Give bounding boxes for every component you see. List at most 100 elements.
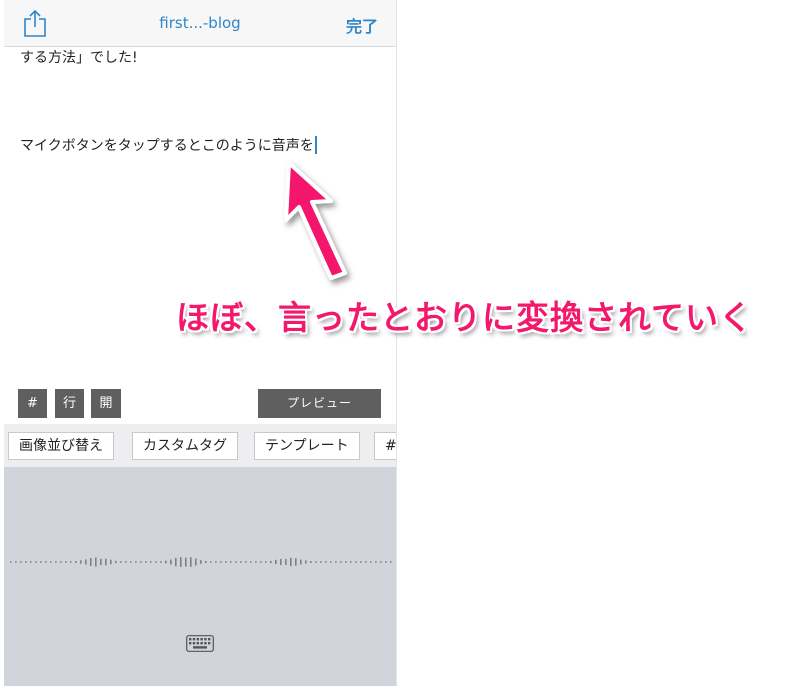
waveform-bar	[265, 561, 267, 563]
editor-line-current: マイクボタンをタップするとこのように音声を	[20, 135, 317, 155]
waveform-bar	[40, 561, 42, 563]
waveform-bar	[310, 561, 312, 563]
waveform-bar	[75, 561, 77, 563]
waveform-bar	[140, 561, 142, 563]
waveform-bar	[370, 561, 372, 563]
hash-button[interactable]: #	[18, 389, 47, 418]
waveform-bar	[255, 561, 257, 563]
waveform-bar	[385, 561, 387, 563]
share-icon[interactable]	[22, 9, 48, 37]
waveform-bar	[65, 561, 67, 563]
waveform-bar	[380, 561, 382, 563]
waveform-bar	[45, 561, 47, 563]
phone-screen: first...-blog 完了 する方法」でした! マイクボタンをタップすると…	[4, 0, 397, 686]
waveform-bar	[85, 559, 87, 565]
waveform-bar	[90, 557, 92, 567]
waveform-bar	[205, 561, 207, 563]
waveform-bar	[240, 561, 242, 563]
waveform-bar	[335, 561, 337, 563]
waveform-bar	[80, 560, 82, 564]
waveform-bar	[70, 561, 72, 563]
waveform-bar	[235, 561, 237, 563]
waveform-bar	[260, 561, 262, 563]
waveform-bar	[105, 558, 107, 566]
editor-toolbar: # 行 開 プレビュー	[4, 389, 396, 419]
waveform-bar	[325, 561, 327, 563]
waveform-bar	[295, 558, 297, 566]
waveform-bar	[350, 561, 352, 563]
waveform-bar	[95, 557, 97, 567]
waveform-bar	[355, 561, 357, 563]
open-button[interactable]: 開	[91, 389, 121, 418]
done-button[interactable]: 完了	[346, 13, 378, 37]
waveform-bar	[15, 561, 17, 563]
waveform-bar	[185, 557, 187, 567]
waveform-bar	[365, 561, 367, 563]
waveform-bar	[60, 561, 62, 563]
voice-dictation-panel	[4, 467, 396, 686]
waveform-bar	[250, 561, 252, 563]
waveform-bar	[20, 561, 22, 563]
waveform-bar	[50, 561, 52, 563]
waveform-bar	[330, 561, 332, 563]
waveform-bar	[215, 561, 217, 563]
editor-line-text: マイクボタンをタップするとこのように音声を	[20, 138, 314, 154]
waveform-bar	[175, 557, 177, 567]
chip-hash[interactable]: #	[374, 432, 396, 460]
waveform-bar	[290, 557, 292, 567]
waveform-bar	[230, 561, 232, 563]
waveform-bar	[100, 558, 102, 566]
waveform-bar	[220, 561, 222, 563]
waveform-bar	[345, 561, 347, 563]
waveform-bar	[390, 561, 392, 563]
waveform-bar	[270, 560, 272, 564]
waveform-bar	[25, 561, 27, 563]
waveform-bar	[55, 561, 57, 563]
chip-template[interactable]: テンプレート	[254, 432, 360, 460]
suggestion-chip-bar: 画像並び替え カスタムタグ テンプレート #	[4, 424, 396, 467]
waveform-bar	[115, 560, 117, 564]
waveform-bar	[135, 561, 137, 563]
navigation-bar: first...-blog 完了	[4, 0, 396, 47]
waveform-bar	[130, 561, 132, 563]
waveform-bar	[360, 561, 362, 563]
keyboard-icon[interactable]	[186, 635, 214, 652]
waveform-bar	[375, 561, 377, 563]
waveform-bar	[110, 559, 112, 565]
waveform-bar	[120, 561, 122, 563]
chip-custom-tag[interactable]: カスタムタグ	[132, 432, 238, 460]
waveform-bar	[190, 557, 192, 567]
waveform-bar	[340, 561, 342, 563]
waveform-bar	[200, 560, 202, 564]
annotation-caption: ほぼ、言ったとおりに変換されていく	[176, 298, 754, 337]
waveform-bar	[210, 561, 212, 563]
chip-image-reorder[interactable]: 画像並び替え	[8, 432, 114, 460]
editor-line: する方法」でした!	[20, 50, 138, 66]
waveform-bar	[155, 561, 157, 563]
nav-title: first...-blog	[159, 14, 241, 32]
waveform-bar	[10, 561, 12, 563]
waveform-bar	[35, 561, 37, 563]
waveform-bar	[180, 557, 182, 567]
waveform-bar	[305, 560, 307, 564]
waveform-bar	[30, 561, 32, 563]
waveform-bar	[300, 559, 302, 565]
preview-button[interactable]: プレビュー	[258, 389, 381, 418]
waveform-bar	[315, 561, 317, 563]
waveform-bar	[195, 558, 197, 566]
audio-waveform	[10, 557, 392, 567]
waveform-bar	[150, 561, 152, 563]
waveform-bar	[245, 561, 247, 563]
waveform-bar	[160, 561, 162, 563]
row-button[interactable]: 行	[55, 389, 84, 418]
waveform-bar	[125, 561, 127, 563]
waveform-bar	[275, 559, 277, 565]
text-caret	[314, 136, 317, 154]
waveform-bar	[145, 561, 147, 563]
waveform-bar	[165, 560, 167, 564]
waveform-bar	[320, 561, 322, 563]
waveform-bar	[170, 559, 172, 565]
waveform-bar	[285, 559, 287, 565]
waveform-bar	[280, 558, 282, 566]
waveform-bar	[225, 561, 227, 563]
